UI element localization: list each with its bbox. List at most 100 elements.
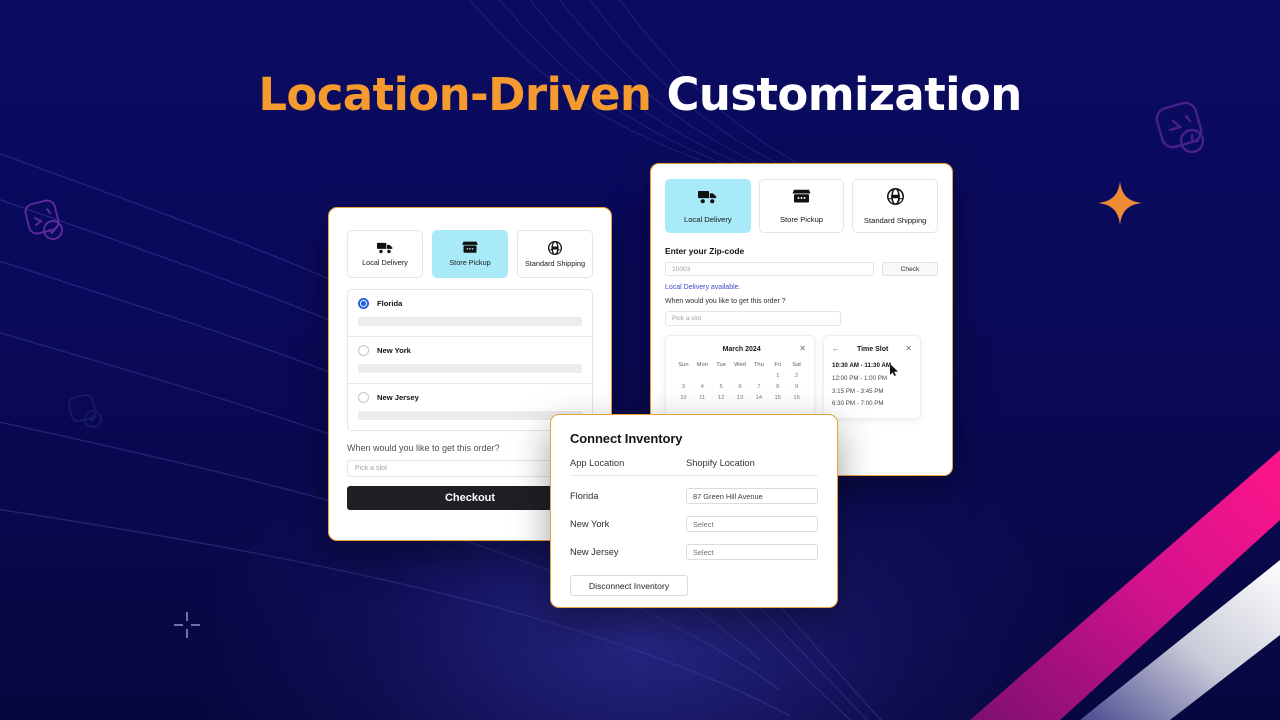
store-icon: [462, 241, 478, 254]
rc-tab-store-pickup[interactable]: Store Pickup: [758, 179, 845, 233]
calendar-day[interactable]: 8: [768, 382, 787, 393]
calendar-weekday: Thu: [753, 362, 764, 368]
left-card-delivery-tabs: Local Delivery Store Pickup Standard Shi…: [347, 230, 593, 278]
calendar-day[interactable]: 5: [712, 382, 731, 393]
tab-local-delivery[interactable]: Local Delivery: [347, 230, 423, 278]
calendar-day[interactable]: [712, 371, 731, 382]
truck-icon: [698, 189, 717, 209]
calendar-day[interactable]: 12: [712, 393, 731, 404]
radio-new-york[interactable]: [358, 345, 369, 356]
calendar-day[interactable]: 15: [768, 393, 787, 404]
radio-florida[interactable]: [358, 298, 369, 309]
calendar-day[interactable]: 6: [731, 382, 750, 393]
calendar-day[interactable]: 10: [674, 393, 693, 404]
calendar-weekday: Wed: [734, 362, 746, 368]
calendar-day[interactable]: 1: [768, 371, 787, 382]
calendar-weekday: Tue: [716, 362, 727, 368]
right-card-question: When would you like to get this order ?: [665, 298, 786, 305]
calendar-day[interactable]: [693, 371, 712, 382]
calendar-day[interactable]: 16: [787, 393, 806, 404]
calendar-day[interactable]: 7: [749, 382, 768, 393]
column-header-shopify-location: Shopify Location: [686, 458, 755, 468]
close-icon[interactable]: ✕: [799, 345, 806, 353]
calendar-day[interactable]: 13: [731, 393, 750, 404]
tab-standard-shipping-label: Standard Shipping: [524, 258, 586, 268]
tab-store-pickup-label: Store Pickup: [449, 258, 491, 267]
calendar-day[interactable]: 4: [693, 382, 712, 393]
tab-local-delivery-label: Local Delivery: [362, 258, 408, 267]
address-placeholder-bar: [358, 364, 582, 373]
check-button[interactable]: Check: [882, 262, 938, 276]
time-slot-item[interactable]: 12:00 PM - 1:00 PM: [832, 373, 912, 386]
calendar-day[interactable]: [674, 371, 693, 382]
location-label-new-jersey: New Jersey: [377, 393, 419, 402]
page-title-accent: Location-Driven: [258, 68, 652, 121]
calendar-weekday: Sat: [792, 362, 801, 368]
tab-store-pickup[interactable]: Store Pickup: [432, 230, 508, 278]
crosshair-marker-icon: [172, 610, 202, 640]
time-slot-title: Time Slot: [856, 345, 889, 353]
mouse-cursor-icon: [890, 363, 899, 376]
inventory-row-florida: Florida 87 Green Hill Avenue: [570, 488, 818, 504]
right-card-slot-input[interactable]: Pick a slot: [665, 311, 841, 326]
shopify-location-select-new-york[interactable]: Select: [686, 516, 818, 532]
calendar-day[interactable]: 9: [787, 382, 806, 393]
rc-tab-store-pickup-label: Store Pickup: [779, 214, 824, 224]
calendar-day[interactable]: 14: [749, 393, 768, 404]
calendar-day[interactable]: 3: [674, 382, 693, 393]
arrow-left-icon[interactable]: ←: [832, 345, 840, 353]
calendar-day[interactable]: [731, 371, 750, 382]
calendar-weekday: Fri: [774, 362, 782, 368]
location-option-florida[interactable]: Florida: [348, 290, 592, 337]
tag-faded-icon: [66, 392, 106, 432]
globe-icon: [548, 240, 562, 255]
shopify-location-select-new-jersey[interactable]: Select: [686, 544, 818, 560]
time-slot-item[interactable]: 3:15 PM - 3:45 PM: [832, 386, 912, 399]
calendar-weekday: Mon: [696, 362, 708, 368]
shopify-location-select-florida[interactable]: 87 Green Hill Avenue: [686, 488, 818, 504]
zip-code-label: Enter your Zip-code: [665, 246, 745, 256]
radio-new-jersey[interactable]: [358, 392, 369, 403]
rc-tab-local-delivery-label: Local Delivery: [683, 214, 732, 224]
modal-divider: [570, 475, 818, 476]
inventory-row-new-jersey: New Jersey Select: [570, 544, 818, 560]
calendar-panel: March 2024 ✕ Sun Mon Tue Wed Thu Fri Sat: [665, 335, 815, 420]
sparkle-star-icon: [1097, 180, 1143, 226]
rc-tab-standard-shipping-label: Standard Shipping: [863, 215, 927, 225]
app-location-new-jersey: New Jersey: [570, 547, 619, 557]
app-location-florida: Florida: [570, 491, 599, 501]
location-option-new-york[interactable]: New York: [348, 337, 592, 384]
calendar-weekday: Sun: [678, 362, 689, 368]
time-slot-panel: ← Time Slot ✕ 10:30 AM - 11:30 AM 12:00 …: [823, 335, 921, 420]
rc-tab-local-delivery[interactable]: Local Delivery: [665, 179, 751, 233]
disconnect-inventory-button[interactable]: Disconnect Inventory: [570, 575, 688, 596]
location-label-florida: Florida: [377, 299, 403, 308]
page-title-rest: Customization: [666, 68, 1022, 121]
close-icon[interactable]: ✕: [905, 345, 912, 353]
page-title: Location-Driven Customization: [0, 68, 1280, 121]
zip-code-input[interactable]: 10003: [665, 262, 874, 276]
calendar-day[interactable]: 11: [693, 393, 712, 404]
time-slot-item[interactable]: 10:30 AM - 11:30 AM: [832, 360, 912, 373]
delivery-availability-message: Local Delivery available.: [665, 284, 741, 291]
app-location-new-york: New York: [570, 519, 610, 529]
column-header-app-location: App Location: [570, 458, 625, 468]
calendar-title: March 2024: [722, 345, 761, 353]
calendar-day[interactable]: [749, 371, 768, 382]
calendar-day[interactable]: 2: [787, 371, 806, 382]
tag-check-icon: [22, 198, 70, 246]
right-card-delivery-tabs: Local Delivery Store Pickup Standard Shi…: [665, 179, 939, 233]
location-radio-list: Florida New York New Jersey: [347, 289, 593, 431]
address-placeholder-bar: [358, 317, 582, 326]
calendar-grid: Sun Mon Tue Wed Thu Fri Sat 1 2 3 4 5 6 …: [674, 360, 806, 404]
truck-icon: [377, 241, 393, 254]
store-icon: [792, 189, 811, 209]
tab-standard-shipping[interactable]: Standard Shipping: [517, 230, 593, 278]
globe-icon: [886, 187, 904, 210]
modal-title: Connect Inventory: [570, 431, 683, 446]
time-slot-item[interactable]: 6:30 PM - 7:00 PM: [832, 398, 912, 411]
connect-inventory-modal: Connect Inventory App Location Shopify L…: [550, 414, 838, 608]
location-label-new-york: New York: [377, 346, 411, 355]
rc-tab-standard-shipping[interactable]: Standard Shipping: [852, 179, 939, 233]
address-placeholder-bar: [358, 411, 582, 420]
